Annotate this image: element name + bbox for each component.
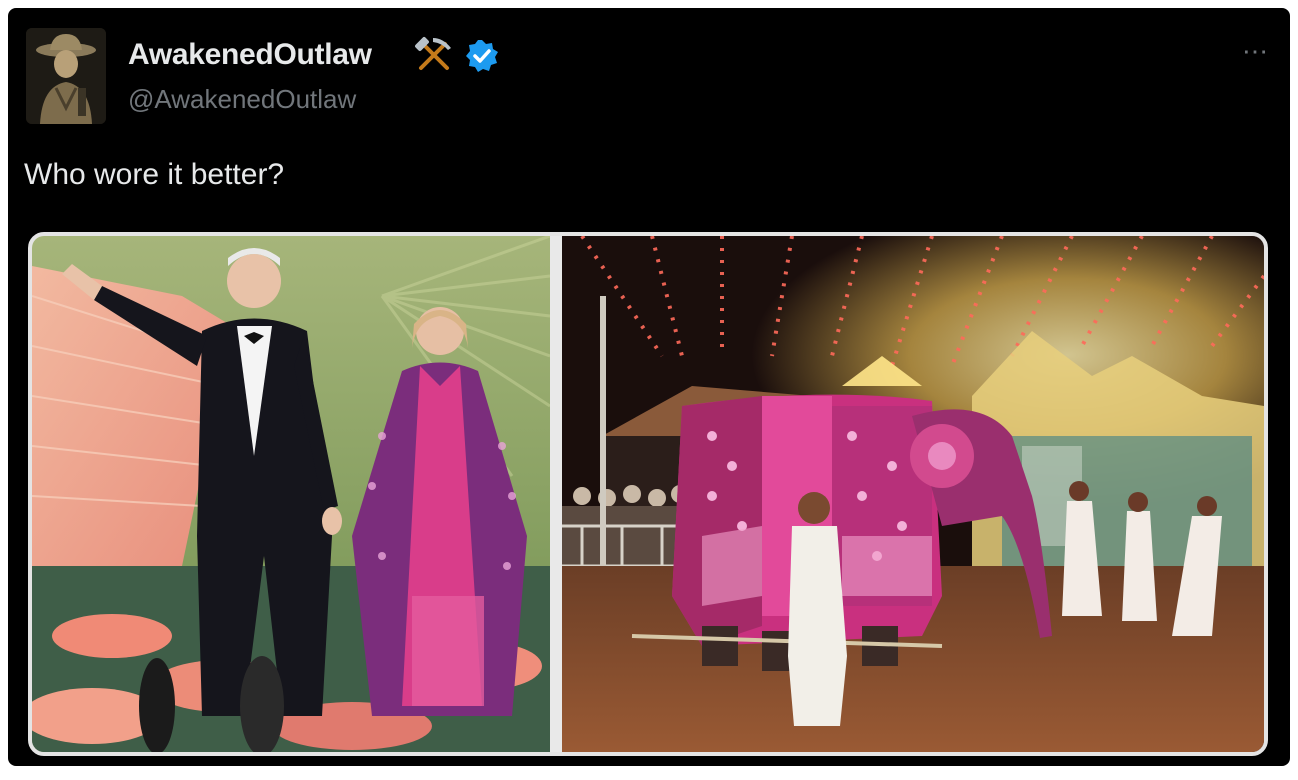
tweet-card[interactable]: AwakenedOutlaw @AwakenedOutlaw ⋯ Who wor… xyxy=(8,8,1290,766)
photo-right-elephant[interactable] xyxy=(562,236,1264,752)
user-handle[interactable]: @AwakenedOutlaw xyxy=(128,84,356,115)
hammer-and-pick-icon xyxy=(415,37,451,70)
tweet-media[interactable] xyxy=(28,232,1268,756)
verified-badge-icon xyxy=(466,40,498,72)
tweet-text: Who wore it better? xyxy=(24,158,285,191)
avatar[interactable] xyxy=(26,28,106,124)
display-name[interactable]: AwakenedOutlaw xyxy=(128,38,372,72)
more-options-icon[interactable]: ⋯ xyxy=(1242,38,1270,64)
photo-left-couple[interactable] xyxy=(32,236,550,752)
